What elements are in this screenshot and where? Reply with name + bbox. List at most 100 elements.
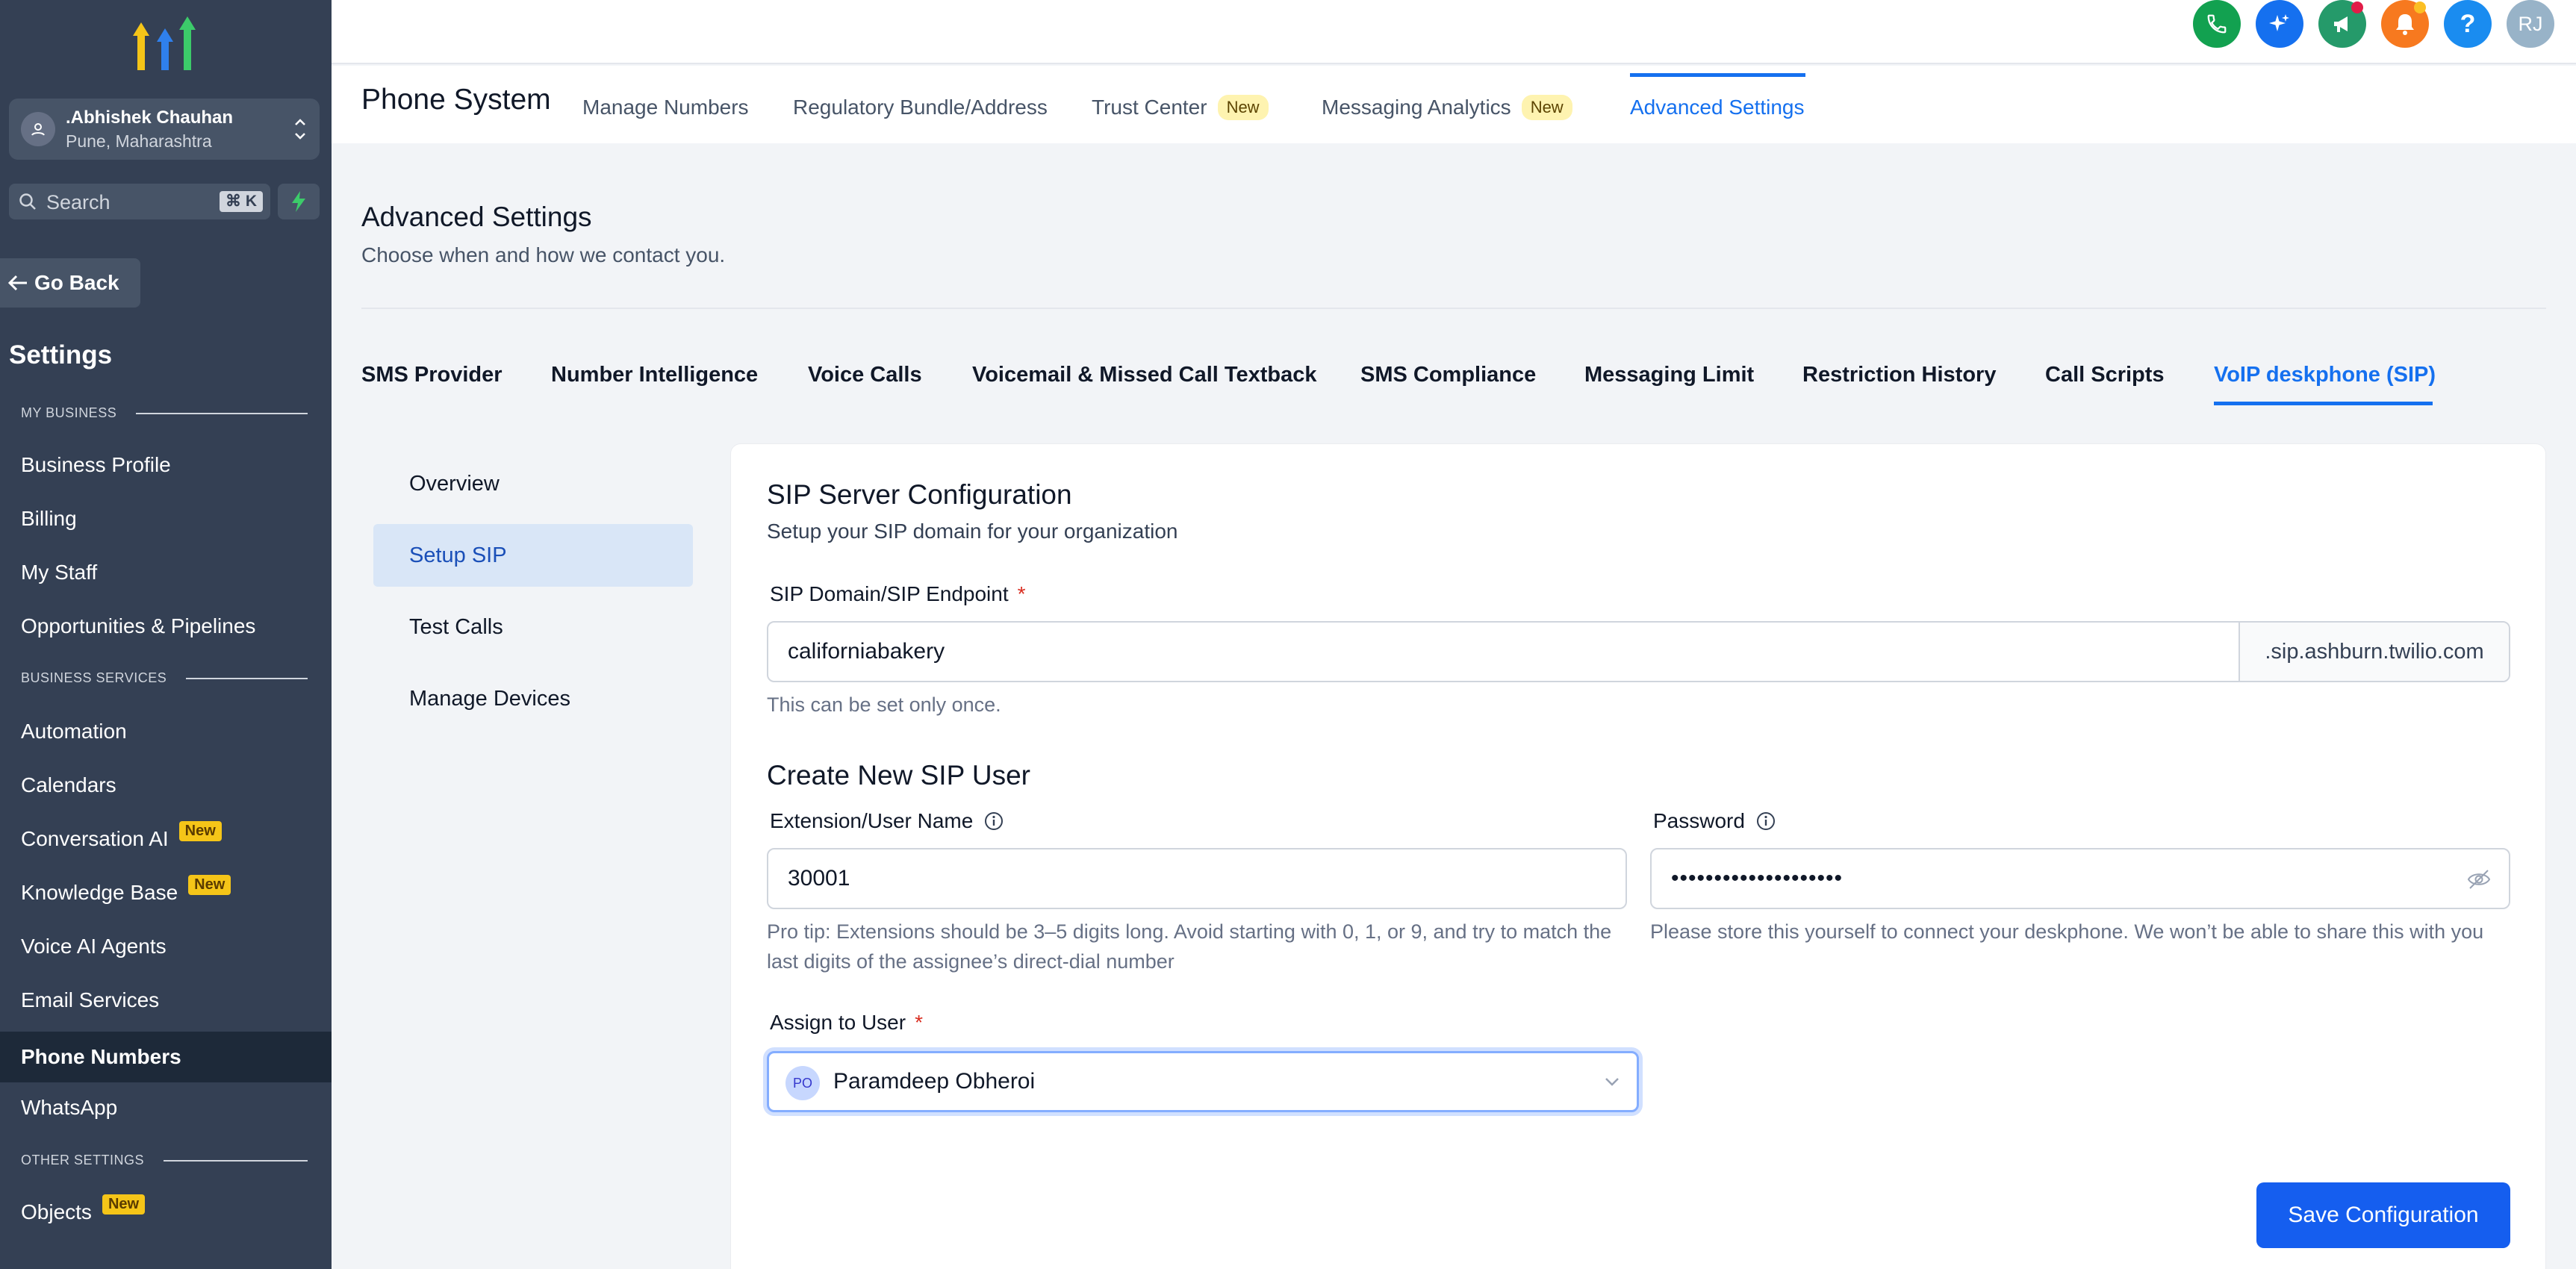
search-placeholder: Search <box>46 191 111 213</box>
app-logo <box>133 16 196 70</box>
new-badge: New <box>1521 95 1572 120</box>
user-avatar[interactable]: RJ <box>2507 0 2554 48</box>
phone-system-header: Phone System Manage Numbers Regulatory B… <box>332 66 2576 143</box>
section-other-settings: OTHER SETTINGS <box>21 1153 308 1168</box>
info-icon <box>985 812 1004 830</box>
sip-nav-manage-devices[interactable]: Manage Devices <box>373 667 693 730</box>
tab-manage-numbers[interactable]: Manage Numbers <box>582 94 749 121</box>
tab-voice-calls[interactable]: Voice Calls <box>808 363 922 387</box>
sidebar-item-email-services[interactable]: Email Services <box>0 978 332 1023</box>
extension-label: Extension/User Name <box>770 809 1004 833</box>
tab-messaging-limit[interactable]: Messaging Limit <box>1584 363 1754 387</box>
required-mark: * <box>915 1011 923 1034</box>
new-badge: New <box>102 1194 146 1215</box>
go-back-label: Go Back <box>34 271 119 294</box>
chevron-up-down-icon <box>295 119 305 140</box>
sip-domain-help: This can be set only once. <box>767 693 1001 716</box>
section-subtitle: Choose when and how we contact you. <box>361 243 726 266</box>
sip-config-subtitle: Setup your SIP domain for your organizat… <box>767 520 1178 543</box>
sidebar-item-objects[interactable]: Objects New <box>0 1190 332 1235</box>
new-badge: New <box>1217 95 1269 120</box>
megaphone-icon <box>2334 16 2348 32</box>
tab-call-scripts[interactable]: Call Scripts <box>2045 363 2165 387</box>
tab-advanced-settings[interactable]: Advanced Settings <box>1630 94 1805 121</box>
notifications-button[interactable] <box>2381 0 2429 48</box>
password-help: Please store this yourself to connect yo… <box>1650 920 2484 943</box>
sidebar-item-my-staff[interactable]: My Staff <box>0 550 332 595</box>
divider <box>361 308 2546 309</box>
tab-voip-deskphone[interactable]: VoIP deskphone (SIP) <box>2214 363 2436 387</box>
sidebar-item-business-profile[interactable]: Business Profile <box>0 443 332 487</box>
settings-title: Settings <box>9 340 113 370</box>
search-shortcut: ⌘ K <box>220 191 263 212</box>
help-icon: ? <box>2460 9 2476 38</box>
sip-nav-overview[interactable]: Overview <box>373 452 693 515</box>
create-sip-user-title: Create New SIP User <box>767 760 1030 791</box>
eye-off-icon[interactable] <box>2467 869 2491 890</box>
sidebar-item-calendars[interactable]: Calendars <box>0 763 332 808</box>
sidebar-item-automation[interactable]: Automation <box>0 709 332 754</box>
help-button[interactable]: ? <box>2444 0 2492 48</box>
announcements-button[interactable] <box>2318 0 2366 48</box>
sidebar-item-opportunities[interactable]: Opportunities & Pipelines <box>0 604 332 649</box>
sip-config-title: SIP Server Configuration <box>767 479 1072 510</box>
section-title: Advanced Settings <box>361 202 592 232</box>
tab-sms-provider[interactable]: SMS Provider <box>361 363 503 387</box>
save-configuration-button[interactable]: Save Configuration <box>2256 1182 2510 1248</box>
ai-assistant-button[interactable] <box>2256 0 2303 48</box>
new-badge: New <box>188 874 231 895</box>
bell-icon <box>2396 14 2414 35</box>
notification-dot <box>2414 1 2426 13</box>
settings-sidebar: .Abhishek Chauhan Pune, Maharashtra Sear… <box>0 0 332 1269</box>
quick-actions-button[interactable] <box>278 184 320 219</box>
sidebar-item-phone-numbers[interactable]: Phone Numbers <box>0 1032 332 1082</box>
notification-dot <box>2351 1 2363 13</box>
sip-domain-suffix: .sip.ashburn.twilio.com <box>2239 623 2509 681</box>
new-badge: New <box>178 820 222 841</box>
tab-restriction-history[interactable]: Restriction History <box>1802 363 1996 387</box>
phone-icon <box>2207 14 2227 34</box>
chevron-down-icon <box>1605 1078 1619 1086</box>
tab-trust-center[interactable]: Trust Center New <box>1092 94 1269 121</box>
tab-voicemail[interactable]: Voicemail & Missed Call Textback <box>972 363 1317 387</box>
active-subtab-indicator <box>2214 402 2433 405</box>
assign-user-label: Assign to User * <box>770 1011 923 1034</box>
section-my-business: MY BUSINESS <box>21 405 308 421</box>
tab-sms-compliance[interactable]: SMS Compliance <box>1360 363 1536 387</box>
extension-help: Pro tip: Extensions should be 3–5 digits… <box>767 920 1612 973</box>
sparkle-icon <box>2269 14 2289 31</box>
page-title: Phone System <box>361 84 551 116</box>
arrow-left-icon <box>7 275 27 291</box>
sip-nav-test-calls[interactable]: Test Calls <box>373 596 693 658</box>
sip-domain-label: SIP Domain/SIP Endpoint * <box>770 582 1026 605</box>
sidebar-search-input[interactable]: Search ⌘ K <box>9 184 270 219</box>
top-bar: ? RJ <box>332 0 2576 64</box>
location-name: .Abhishek Chauhan <box>66 107 234 128</box>
phone-button[interactable] <box>2193 0 2241 48</box>
avatar-initials: RJ <box>2518 12 2543 35</box>
required-mark: * <box>1017 582 1026 605</box>
active-tab-indicator <box>1630 73 1805 77</box>
section-business-services: BUSINESS SERVICES <box>21 670 308 686</box>
info-icon <box>1756 812 1775 830</box>
location-icon <box>21 112 55 146</box>
password-input[interactable]: •••••••••••••••••••• <box>1650 848 2510 909</box>
tab-regulatory-bundle[interactable]: Regulatory Bundle/Address <box>793 94 1048 121</box>
tab-messaging-analytics[interactable]: Messaging Analytics New <box>1322 94 1572 121</box>
sidebar-item-voice-ai-agents[interactable]: Voice AI Agents <box>0 924 332 969</box>
location-address: Pune, Maharashtra <box>66 131 212 151</box>
sip-nav-setup-sip[interactable]: Setup SIP <box>373 524 693 587</box>
sidebar-item-conversation-ai[interactable]: Conversation AI New <box>0 817 332 861</box>
sidebar-item-whatsapp[interactable]: WhatsApp <box>0 1085 332 1130</box>
tab-number-intelligence[interactable]: Number Intelligence <box>551 363 758 387</box>
search-icon <box>19 193 36 210</box>
user-avatar: PO <box>785 1066 820 1100</box>
location-switcher[interactable]: .Abhishek Chauhan Pune, Maharashtra <box>9 99 320 160</box>
extension-input[interactable]: 30001 <box>767 848 1627 909</box>
sidebar-item-knowledge-base[interactable]: Knowledge Base New <box>0 870 332 915</box>
go-back-button[interactable]: Go Back <box>0 258 140 308</box>
sidebar-item-billing[interactable]: Billing <box>0 496 332 541</box>
lightning-icon <box>292 191 305 212</box>
sip-domain-input[interactable]: californiabakery .sip.ashburn.twilio.com <box>767 621 2510 682</box>
assign-user-select[interactable]: PO Paramdeep Obheroi <box>767 1051 1639 1112</box>
